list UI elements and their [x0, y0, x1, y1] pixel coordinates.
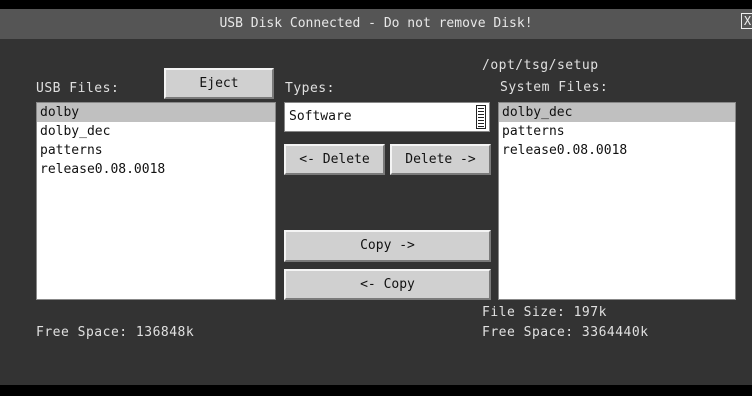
list-item[interactable]: release0.08.0018 — [499, 141, 735, 160]
types-select[interactable]: Software — [284, 102, 490, 132]
usb-dialog: USB Disk Connected - Do not remove Disk!… — [0, 9, 752, 385]
dialog-title: USB Disk Connected - Do not remove Disk! — [219, 16, 533, 31]
delete-usb-button[interactable]: <- Delete — [284, 144, 385, 175]
usb-files-list[interactable]: dolby dolby_dec patterns release0.08.001… — [36, 102, 276, 300]
list-item[interactable]: dolby_dec — [499, 103, 735, 122]
usb-files-label: USB Files: — [36, 81, 120, 96]
system-free-space: Free Space: 3364440k — [482, 325, 649, 340]
list-item[interactable]: dolby — [37, 103, 275, 122]
copy-to-system-button[interactable]: Copy -> — [284, 230, 491, 262]
delete-system-button[interactable]: Delete -> — [390, 144, 491, 175]
usb-free-space: Free Space: 136848k — [36, 325, 195, 340]
close-icon: X — [743, 14, 752, 28]
list-item[interactable]: dolby_dec — [37, 122, 275, 141]
close-button[interactable]: X — [741, 13, 752, 29]
title-bar: USB Disk Connected - Do not remove Disk!… — [0, 9, 752, 39]
list-item[interactable]: patterns — [37, 141, 275, 160]
dropdown-grip-icon[interactable] — [476, 105, 486, 129]
list-item[interactable]: patterns — [499, 122, 735, 141]
system-path: /opt/tsg/setup — [482, 58, 599, 73]
eject-button[interactable]: Eject — [164, 68, 274, 99]
types-selected-value: Software — [289, 109, 352, 124]
types-label: Types: — [285, 81, 335, 96]
system-files-list[interactable]: dolby_dec patterns release0.08.0018 — [498, 102, 736, 300]
system-files-label: System Files: — [500, 80, 609, 95]
file-size: File Size: 197k — [482, 305, 607, 320]
copy-to-usb-button[interactable]: <- Copy — [284, 269, 491, 300]
list-item[interactable]: release0.08.0018 — [37, 160, 275, 179]
